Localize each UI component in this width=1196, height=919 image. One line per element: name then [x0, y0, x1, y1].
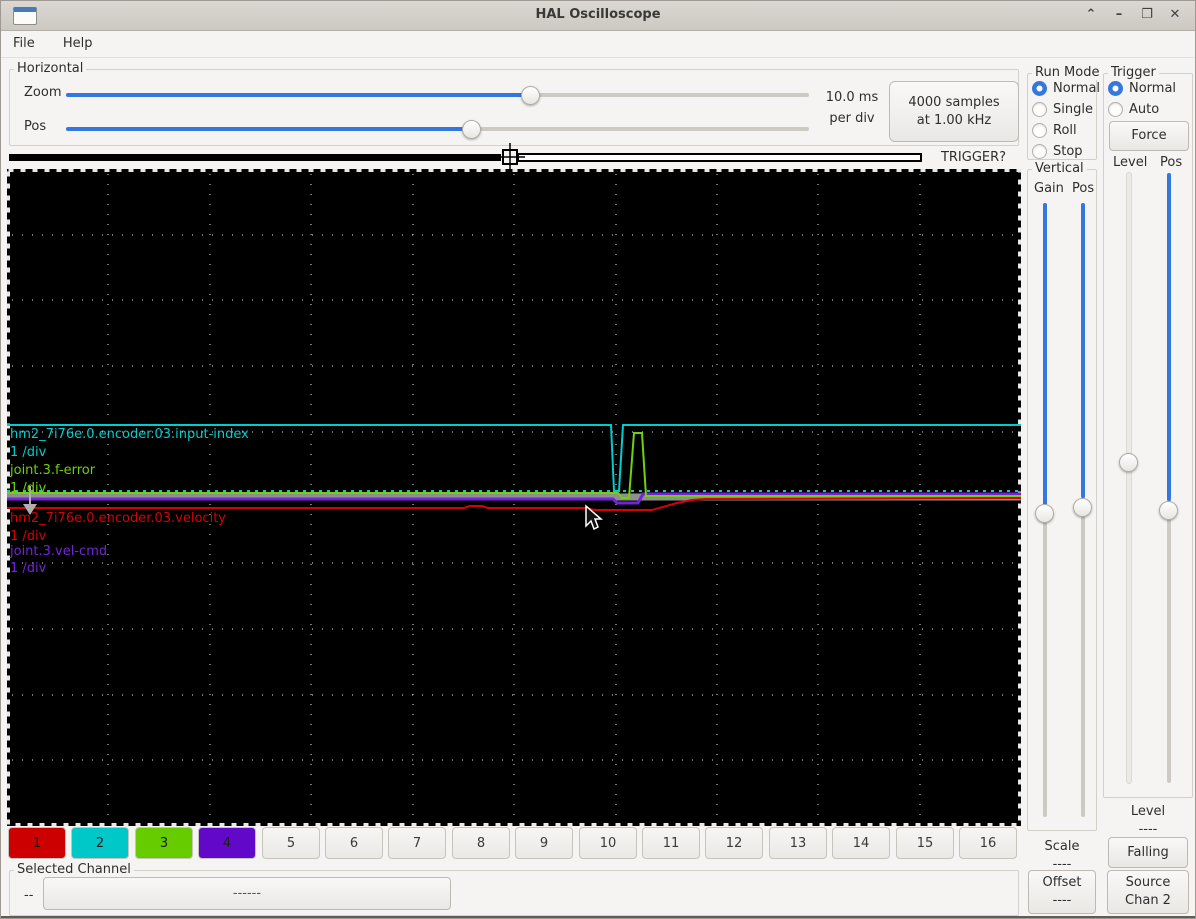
trigger-group: Trigger Normal Auto Force Level Pos — [1103, 73, 1193, 798]
horizontal-group-label: Horizontal — [14, 61, 86, 76]
record-length-button[interactable]: 4000 samples at 1.00 kHz — [889, 81, 1019, 142]
minimize-icon[interactable]: – — [1109, 3, 1129, 27]
vertical-gain-label: Gain — [1034, 181, 1064, 196]
trigger-source-button[interactable]: Source Chan 2 — [1107, 870, 1189, 914]
selected-channel-indicator: -- — [24, 888, 33, 903]
trigger-position-bar-filled[interactable] — [9, 154, 501, 161]
trigger-status-label: TRIGGER? — [926, 150, 1021, 165]
channel-button-3[interactable]: 3 — [135, 827, 193, 859]
trace-label-velocity: hm2_7i76e.0.encoder.03.velocity — [10, 511, 226, 526]
time-per-div-readout: 10.0 ms per div — [817, 87, 887, 129]
radio-icon — [1032, 123, 1047, 138]
vertical-group-label: Vertical — [1032, 161, 1087, 176]
channel-button-8[interactable]: 8 — [452, 827, 510, 859]
run-mode-group-label: Run Mode — [1032, 65, 1102, 80]
window-title: HAL Oscilloscope — [1, 7, 1195, 22]
trace-scale-f-error: 1 /div — [10, 481, 46, 496]
radio-icon — [1032, 144, 1047, 159]
maximize-icon[interactable]: ❐ — [1137, 3, 1157, 27]
pos-slider-label: Pos — [24, 119, 46, 134]
run-mode-group: Run Mode Normal Single Roll Stop — [1027, 73, 1097, 160]
radio-selected-icon — [1032, 81, 1047, 96]
menubar: File Help — [1, 32, 1195, 58]
trace-f-error — [7, 433, 1021, 498]
horizontal-zoom-slider-handle[interactable] — [521, 86, 540, 105]
run-mode-single[interactable]: Single — [1032, 102, 1093, 117]
channel-button-9[interactable]: 9 — [515, 827, 573, 859]
horizontal-pos-slider-fill — [66, 127, 471, 131]
trace-label-input-index: hm2_7i76e.0.encoder.03.input-index — [10, 427, 249, 442]
channel-button-7[interactable]: 7 — [388, 827, 446, 859]
channel-button-4[interactable]: 4 — [198, 827, 256, 859]
vertical-gain-slider-fill — [1043, 203, 1047, 506]
channel-button-13[interactable]: 13 — [769, 827, 827, 859]
selected-channel-source-button[interactable]: ------ — [43, 877, 451, 910]
horizontal-pos-slider-handle[interactable] — [462, 120, 481, 139]
vertical-offset-button[interactable]: Offset ---- — [1028, 870, 1096, 914]
channel-button-16[interactable]: 16 — [959, 827, 1017, 859]
close-icon[interactable]: ✕ — [1165, 3, 1185, 27]
radio-icon — [1108, 102, 1123, 117]
horizontal-zoom-slider-fill — [66, 93, 530, 97]
trigger-level-readout: Level ---- — [1103, 803, 1193, 839]
selected-channel-group-label: Selected Channel — [14, 862, 134, 877]
vertical-pos-label: Pos — [1072, 181, 1094, 196]
trigger-level-column-label: Level — [1113, 155, 1147, 170]
trace-scale-vel-cmd: 1 /div — [10, 561, 46, 576]
channel-button-15[interactable]: 15 — [896, 827, 954, 859]
trace-scale-velocity: 1 /div — [10, 529, 46, 544]
trigger-pos-slider-fill — [1167, 173, 1171, 501]
hal-oscilloscope-window: HAL Oscilloscope ⌃ – ❐ ✕ File Help Horiz… — [0, 0, 1196, 919]
trigger-position-marker[interactable] — [495, 143, 525, 171]
scope-display: hm2_7i76e.0.encoder.03.input-index 1 /di… — [7, 169, 1021, 826]
trigger-mode-auto[interactable]: Auto — [1108, 102, 1159, 117]
channel-button-11[interactable]: 11 — [642, 827, 700, 859]
vertical-scale-readout: Scale ---- — [1027, 838, 1097, 874]
zoom-slider-label: Zoom — [24, 85, 61, 100]
vertical-pos-slider-fill — [1081, 203, 1085, 498]
trigger-pos-column-label: Pos — [1160, 155, 1182, 170]
trigger-level-slider-handle[interactable] — [1119, 453, 1138, 472]
trace-label-vel-cmd: joint.3.vel-cmd — [10, 544, 107, 559]
vertical-pos-slider-handle[interactable] — [1073, 498, 1092, 517]
channel-button-14[interactable]: 14 — [832, 827, 890, 859]
titlebar: HAL Oscilloscope ⌃ – ❐ ✕ — [1, 1, 1195, 31]
radio-selected-icon — [1108, 81, 1123, 96]
channel-button-5[interactable]: 5 — [262, 827, 320, 859]
menu-help[interactable]: Help — [51, 32, 105, 55]
channel-button-6[interactable]: 6 — [325, 827, 383, 859]
shade-icon[interactable]: ⌃ — [1081, 3, 1101, 27]
run-mode-normal[interactable]: Normal — [1032, 81, 1100, 96]
trigger-pos-slider-handle[interactable] — [1159, 501, 1178, 520]
radio-icon — [1032, 102, 1047, 117]
run-mode-roll[interactable]: Roll — [1032, 123, 1077, 138]
trigger-mode-normal[interactable]: Normal — [1108, 81, 1176, 96]
trigger-level-slider[interactable] — [1127, 173, 1131, 783]
channel-button-10[interactable]: 10 — [579, 827, 637, 859]
trace-label-f-error: joint.3.f-error — [10, 463, 95, 478]
scope-canvas — [7, 169, 1021, 826]
run-mode-stop[interactable]: Stop — [1032, 144, 1083, 159]
channel-button-12[interactable]: 12 — [705, 827, 763, 859]
trigger-slope-button[interactable]: Falling — [1108, 837, 1188, 868]
trigger-force-button[interactable]: Force — [1109, 121, 1189, 151]
channel-button-1[interactable]: 1 — [8, 827, 66, 859]
trigger-group-label: Trigger — [1108, 65, 1159, 80]
trigger-position-bar-empty[interactable] — [517, 153, 922, 162]
channel-button-2[interactable]: 2 — [71, 827, 129, 859]
vertical-gain-slider-handle[interactable] — [1035, 504, 1054, 523]
menu-file[interactable]: File — [1, 32, 47, 55]
trace-scale-input-index: 1 /div — [10, 445, 46, 460]
